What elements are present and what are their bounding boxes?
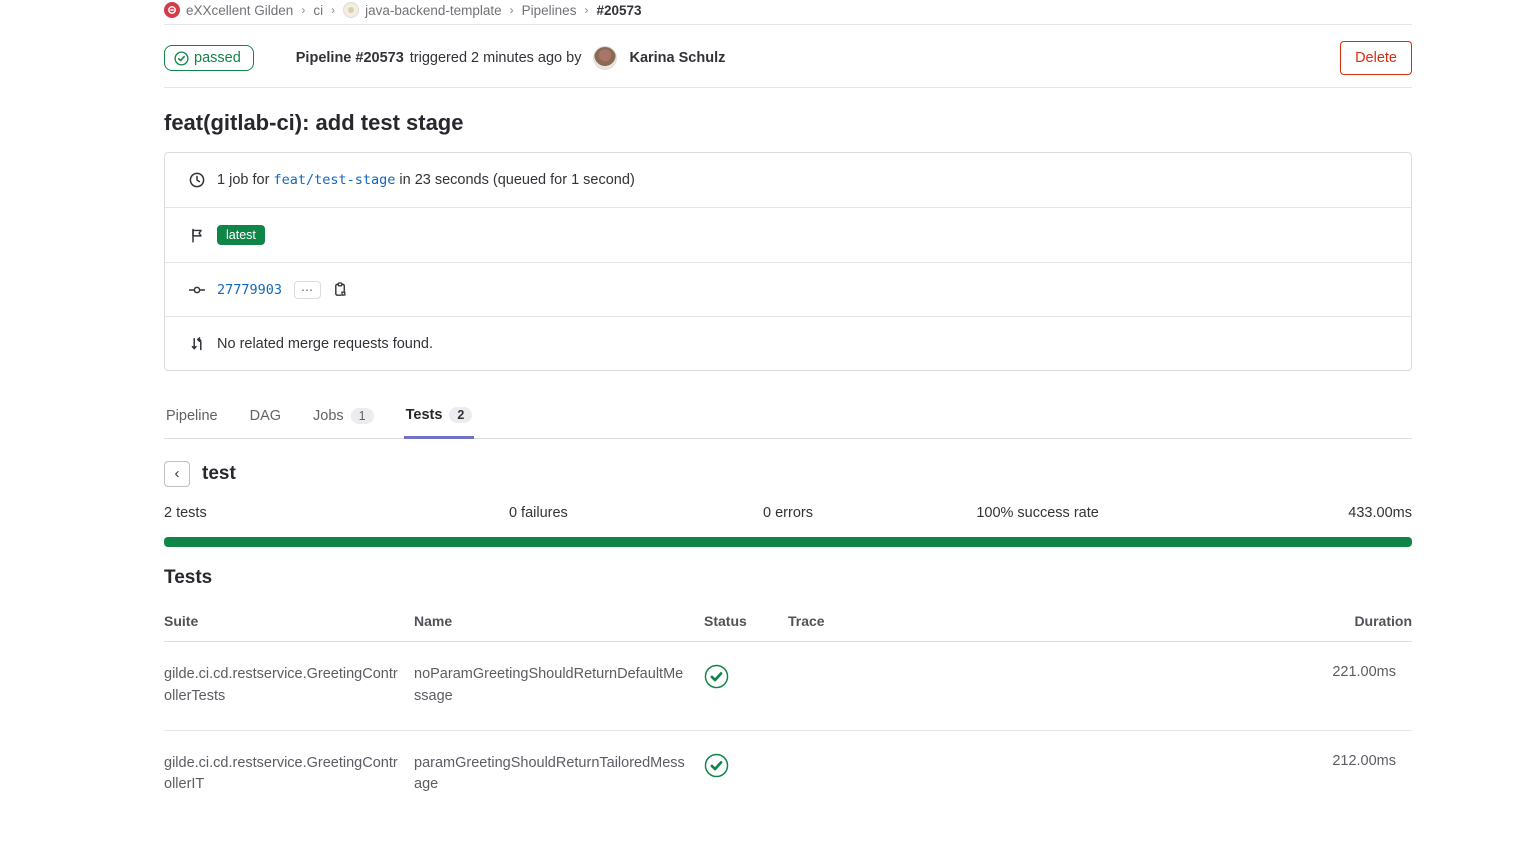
breadcrumb: eXXcellent Gilden › ci › java-backend-te… xyxy=(164,0,1412,25)
stat-success-rate: 100% success rate xyxy=(913,505,1163,521)
jobs-count-badge: 1 xyxy=(351,408,374,424)
column-header-suite: Suite xyxy=(164,603,414,642)
merge-requests-row: No related merge requests found. xyxy=(165,316,1411,370)
pipeline-tabs: Pipeline DAG Jobs 1 Tests 2 xyxy=(164,395,1412,439)
job-summary-row: 1 job for feat/test-stage in 23 seconds … xyxy=(165,153,1411,207)
pipeline-info-box: 1 job for feat/test-stage in 23 seconds … xyxy=(164,152,1412,371)
breadcrumb-label: Pipelines xyxy=(522,3,577,18)
test-suite-cell: gilde.ci.cd.restservice.GreetingControll… xyxy=(164,642,414,731)
test-suite-name: test xyxy=(202,463,236,485)
column-header-status: Status xyxy=(704,603,788,642)
test-status-cell xyxy=(704,642,788,731)
commit-row: 27779903 ⋯ xyxy=(165,262,1411,316)
latest-row: latest xyxy=(165,207,1411,262)
clock-icon xyxy=(189,172,205,188)
breadcrumb-project[interactable]: java-backend-template xyxy=(343,2,502,18)
tab-pipeline[interactable]: Pipeline xyxy=(164,395,220,439)
stat-duration: 433.00ms xyxy=(1162,505,1412,521)
status-check-icon xyxy=(174,51,189,66)
group-avatar-icon xyxy=(164,2,180,18)
test-passed-icon xyxy=(704,664,729,689)
table-row: gilde.ci.cd.restservice.GreetingControll… xyxy=(164,730,1412,818)
test-stats-row: 2 tests 0 failures 0 errors 100% success… xyxy=(164,505,1412,521)
table-row: gilde.ci.cd.restservice.GreetingControll… xyxy=(164,642,1412,731)
commit-expand-button[interactable]: ⋯ xyxy=(294,281,321,299)
copy-commit-icon[interactable] xyxy=(333,282,348,298)
test-duration-cell: 212.00ms xyxy=(1282,730,1412,818)
commit-icon xyxy=(189,284,205,296)
success-progress-bar xyxy=(164,537,1412,547)
job-duration-text: in 23 seconds (queued for 1 second) xyxy=(399,172,634,188)
tab-label: DAG xyxy=(250,408,281,424)
tests-count-badge: 2 xyxy=(449,407,472,423)
breadcrumb-separator: › xyxy=(331,3,335,17)
test-passed-icon xyxy=(704,753,729,778)
test-status-cell xyxy=(704,730,788,818)
status-badge-label: passed xyxy=(194,50,241,66)
no-merge-requests-text: No related merge requests found. xyxy=(217,336,433,352)
page-container: eXXcellent Gilden › ci › java-backend-te… xyxy=(164,0,1412,818)
tab-jobs[interactable]: Jobs 1 xyxy=(311,395,376,439)
pipeline-triggered-text: triggered 2 minutes ago by xyxy=(410,50,582,66)
tests-section-heading: Tests xyxy=(164,567,1412,589)
breadcrumb-separator: › xyxy=(301,3,305,17)
breadcrumb-label: eXXcellent Gilden xyxy=(186,3,293,18)
tab-label: Jobs xyxy=(313,408,344,424)
column-header-name: Name xyxy=(414,603,704,642)
tab-tests[interactable]: Tests 2 xyxy=(404,395,475,439)
test-name-cell: noParamGreetingShouldReturnDefaultMessag… xyxy=(414,642,704,731)
breadcrumb-subgroup[interactable]: ci xyxy=(313,3,323,18)
back-button[interactable]: ‹ xyxy=(164,461,190,487)
breadcrumb-label: java-backend-template xyxy=(365,3,502,18)
ref-link[interactable]: feat/test-stage xyxy=(273,172,395,188)
column-header-duration: Duration xyxy=(1282,603,1412,642)
page-title: feat(gitlab-ci): add test stage xyxy=(164,110,1412,136)
merge-request-icon xyxy=(189,336,205,352)
project-avatar-icon xyxy=(343,2,359,18)
tab-label: Pipeline xyxy=(166,408,218,424)
tab-dag[interactable]: DAG xyxy=(248,395,283,439)
latest-badge[interactable]: latest xyxy=(217,225,265,245)
breadcrumb-pipelines[interactable]: Pipelines xyxy=(522,3,577,18)
delete-button[interactable]: Delete xyxy=(1340,41,1412,75)
table-header-row: Suite Name Status Trace Duration xyxy=(164,603,1412,642)
test-suite-header: ‹ test xyxy=(164,461,1412,487)
breadcrumb-group[interactable]: eXXcellent Gilden xyxy=(164,2,293,18)
stat-total-tests: 2 tests xyxy=(164,505,414,521)
flag-icon xyxy=(189,228,205,243)
commit-sha-link[interactable]: 27779903 xyxy=(217,282,282,298)
test-name-cell: paramGreetingShouldReturnTailoredMessage xyxy=(414,730,704,818)
test-duration-cell: 221.00ms xyxy=(1282,642,1412,731)
breadcrumb-separator: › xyxy=(584,3,588,17)
breadcrumb-label: ci xyxy=(313,3,323,18)
stat-errors: 0 errors xyxy=(663,505,913,521)
pipeline-status-badge[interactable]: passed xyxy=(164,45,254,71)
tests-table: Suite Name Status Trace Duration gilde.c… xyxy=(164,603,1412,818)
pipeline-author[interactable]: Karina Schulz xyxy=(629,50,725,66)
test-trace-cell xyxy=(788,642,1282,731)
tab-label: Tests xyxy=(406,407,443,423)
test-trace-cell xyxy=(788,730,1282,818)
breadcrumb-pipeline-id: #20573 xyxy=(596,3,641,18)
column-header-trace: Trace xyxy=(788,603,1282,642)
test-suite-cell: gilde.ci.cd.restservice.GreetingControll… xyxy=(164,730,414,818)
job-summary-text: 1 job for feat/test-stage in 23 seconds … xyxy=(217,172,635,188)
stat-failures: 0 failures xyxy=(414,505,664,521)
pipeline-number: Pipeline #20573 xyxy=(296,50,404,66)
breadcrumb-separator: › xyxy=(510,3,514,17)
user-avatar[interactable] xyxy=(593,46,617,70)
pipeline-header: passed Pipeline #20573 triggered 2 minut… xyxy=(164,29,1412,88)
job-count-text: 1 job for xyxy=(217,172,269,188)
pipeline-meta: Pipeline #20573 triggered 2 minutes ago … xyxy=(296,46,726,70)
